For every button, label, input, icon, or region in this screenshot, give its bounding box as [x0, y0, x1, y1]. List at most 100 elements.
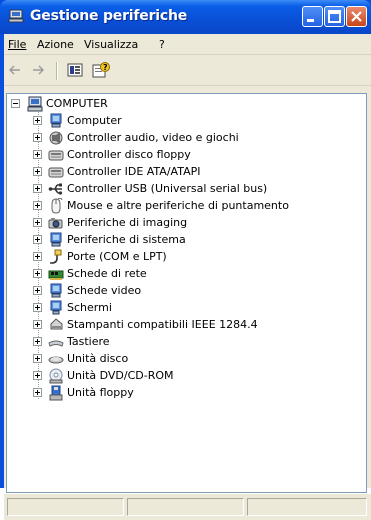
expand-icon[interactable] — [33, 133, 42, 142]
tree-item-label: Controller audio, video e giochi — [67, 131, 239, 144]
tree-item[interactable]: Periferiche di imaging — [33, 215, 363, 232]
port-icon — [50, 249, 62, 264]
tree-item[interactable]: Controller IDE ATA/ATAPI — [33, 164, 363, 181]
tree-item-label: Unità floppy — [67, 386, 134, 399]
device-tree[interactable]: COMPUTER Computer Controller audio, video… — [6, 93, 367, 493]
display-adapter-icon — [50, 283, 62, 298]
tree-item-label: Controller IDE ATA/ATAPI — [67, 165, 201, 178]
sound-icon — [49, 131, 63, 145]
computer-icon — [27, 96, 43, 112]
tree-item[interactable]: Schede di rete — [33, 266, 363, 283]
floppy-drive-icon — [49, 385, 63, 401]
menu-file[interactable]: File — [8, 38, 26, 51]
status-pane-2 — [127, 498, 244, 516]
tree-item-label: Periferiche di sistema — [67, 233, 186, 246]
ide-controller-icon — [48, 167, 64, 178]
expand-icon[interactable] — [33, 184, 42, 193]
menu-help[interactable]: ? — [159, 38, 165, 51]
forward-arrow-icon[interactable] — [31, 62, 45, 78]
tree-item-label: Schede di rete — [67, 267, 147, 280]
expand-icon[interactable] — [33, 286, 42, 295]
tree-item[interactable]: Unità DVD/CD-ROM — [33, 368, 363, 385]
expand-icon[interactable] — [33, 337, 42, 346]
tree-item[interactable]: Computer — [33, 113, 363, 130]
status-pane-1 — [7, 498, 124, 516]
tree-item-label: Mouse e altre periferiche di puntamento — [67, 199, 289, 212]
menu-bar: File Azione Visualizza ? — [4, 34, 371, 55]
tree-item-label: Schede video — [67, 284, 142, 297]
expand-icon[interactable] — [33, 354, 42, 363]
cdrom-icon — [49, 368, 63, 384]
disk-drive-icon — [48, 356, 64, 364]
tree-item-label: Porte (COM e LPT) — [67, 250, 167, 263]
client-area: File Azione Visualizza ? ? COMPUTER Comp… — [4, 34, 371, 520]
tree-item[interactable]: Tastiere — [33, 334, 363, 351]
tree-item[interactable]: Porte (COM e LPT) — [33, 249, 363, 266]
tree-item-label: Computer — [67, 114, 122, 127]
minimize-icon — [307, 19, 314, 22]
tree-item[interactable]: Controller USB (Universal serial bus) — [33, 181, 363, 198]
system-device-icon — [50, 232, 62, 247]
tree-item-label: Controller USB (Universal serial bus) — [67, 182, 268, 195]
tree-item[interactable]: Unità disco — [33, 351, 363, 368]
tree-item-label: Unità disco — [67, 352, 129, 365]
tree-item-label: Controller disco floppy — [67, 148, 191, 161]
title-bar[interactable]: Gestione periferiche — [0, 0, 371, 34]
tree-item[interactable]: Controller audio, video e giochi — [33, 130, 363, 147]
menu-file-label: File — [8, 38, 27, 51]
expand-icon[interactable] — [33, 201, 42, 210]
tree-item-label: Schermi — [67, 301, 112, 314]
expand-icon[interactable] — [33, 252, 42, 261]
back-arrow-icon[interactable] — [8, 62, 22, 78]
collapse-icon[interactable] — [11, 99, 20, 108]
close-button[interactable] — [346, 6, 367, 27]
menu-visualizza[interactable]: Visualizza — [84, 38, 138, 51]
expand-icon[interactable] — [33, 269, 42, 278]
tree-root-label: COMPUTER — [46, 97, 108, 110]
device-manager-icon — [8, 9, 24, 23]
status-bar — [4, 493, 371, 520]
help-icon[interactable]: ? — [92, 62, 110, 78]
menu-azione[interactable]: Azione — [37, 38, 74, 51]
tree-item[interactable]: Unità floppy — [33, 385, 363, 402]
keyboard-icon — [48, 340, 64, 347]
minimize-button[interactable] — [302, 6, 323, 27]
menu-visualizza-label: Visualizza — [84, 38, 139, 51]
expand-icon[interactable] — [33, 150, 42, 159]
tree-item[interactable]: Schede video — [33, 283, 363, 300]
expand-icon[interactable] — [33, 388, 42, 397]
tree-item[interactable]: Mouse e altre periferiche di puntamento — [33, 198, 363, 215]
expand-icon[interactable] — [33, 303, 42, 312]
tree-root-computer[interactable]: COMPUTER — [11, 96, 211, 113]
tree-item[interactable]: Controller disco floppy — [33, 147, 363, 164]
status-pane-3 — [247, 498, 367, 516]
floppy-controller-icon — [48, 150, 64, 161]
expand-icon[interactable] — [33, 218, 42, 227]
tree-item-label: Unità DVD/CD-ROM — [67, 369, 174, 382]
tree-item-label: Stampanti compatibili IEEE 1284.4 — [67, 318, 258, 331]
expand-icon[interactable] — [33, 167, 42, 176]
camera-icon — [48, 218, 63, 229]
tree-item[interactable]: Stampanti compatibili IEEE 1284.4 — [33, 317, 363, 334]
maximize-button[interactable] — [324, 6, 345, 27]
network-card-icon — [48, 270, 64, 280]
svg-text:?: ? — [103, 63, 108, 72]
properties-icon[interactable] — [67, 62, 83, 78]
computer-icon — [50, 113, 62, 128]
toolbar-separator — [56, 62, 58, 80]
tree-item-label: Tastiere — [67, 335, 110, 348]
usb-icon — [48, 183, 63, 195]
mouse-icon — [51, 198, 63, 214]
device-manager-window: Gestione periferiche File Azione Visuali… — [0, 0, 371, 520]
tree-item[interactable]: Periferiche di sistema — [33, 232, 363, 249]
window-title: Gestione periferiche — [30, 8, 188, 24]
expand-icon[interactable] — [33, 235, 42, 244]
close-icon — [351, 11, 362, 22]
tree-item[interactable]: Schermi — [33, 300, 363, 317]
expand-icon[interactable] — [33, 116, 42, 125]
toolbar: ? — [4, 55, 371, 86]
expand-icon[interactable] — [33, 320, 42, 329]
expand-icon[interactable] — [33, 371, 42, 380]
menu-help-label: ? — [159, 38, 165, 51]
monitor-icon — [50, 300, 62, 315]
